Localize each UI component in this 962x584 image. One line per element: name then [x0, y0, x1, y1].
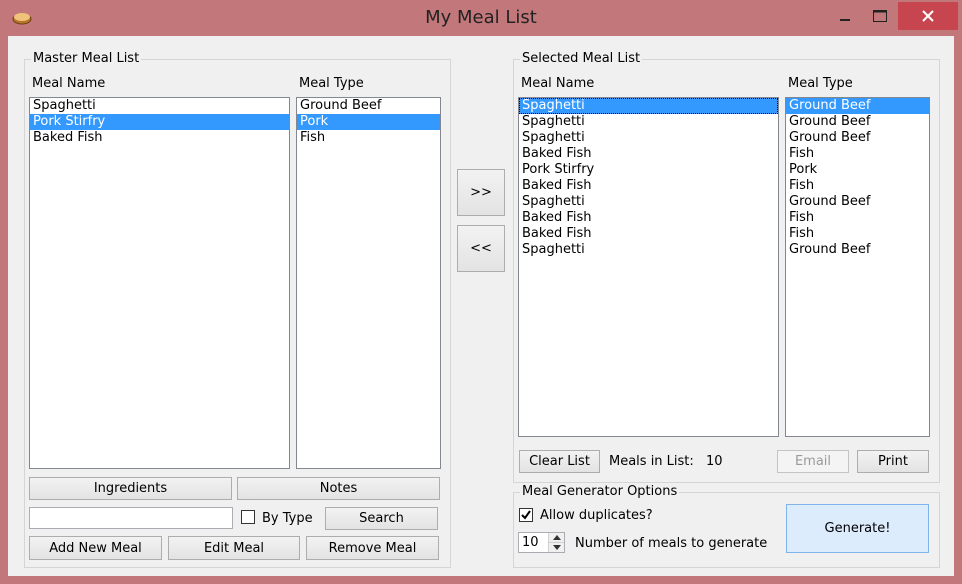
list-item[interactable]: Pork Stirfry: [30, 114, 289, 130]
chevron-down-icon: [552, 544, 561, 550]
list-item[interactable]: Fish: [786, 210, 929, 226]
list-item[interactable]: Spaghetti: [519, 130, 778, 146]
selected-meal-name-list[interactable]: Spaghetti Spaghetti Spaghetti Baked Fish Por…: [518, 97, 779, 437]
window-title: My Meal List: [425, 7, 537, 28]
list-item[interactable]: Spaghetti: [519, 98, 778, 114]
app-window: My Meal List Master Meal List Meal Name …: [0, 0, 962, 584]
list-item[interactable]: Baked Fish: [30, 130, 289, 146]
stepper-down-button[interactable]: [549, 543, 564, 553]
list-item[interactable]: Fish: [786, 146, 929, 162]
master-meal-type-list[interactable]: Ground Beef Pork Fish: [296, 97, 441, 469]
meals-in-list-count: 10: [706, 454, 723, 469]
list-item[interactable]: Fish: [786, 226, 929, 242]
list-item[interactable]: Ground Beef: [786, 114, 929, 130]
meal-count-stepper[interactable]: 10: [518, 532, 565, 553]
master-meal-name-list[interactable]: Spaghetti Pork Stirfry Baked Fish: [29, 97, 290, 469]
master-group-label: Master Meal List: [31, 51, 142, 67]
selected-col-meal-type: Meal Type: [788, 76, 853, 91]
list-item[interactable]: Ground Beef: [786, 98, 929, 114]
generate-button[interactable]: Generate!: [786, 504, 929, 553]
remove-meal-button[interactable]: Remove Meal: [306, 536, 439, 560]
master-col-meal-name: Meal Name: [32, 76, 106, 91]
list-item[interactable]: Ground Beef: [786, 194, 929, 210]
list-item[interactable]: Fish: [786, 178, 929, 194]
client-area: Master Meal List Meal Name Meal Type Spa…: [8, 36, 954, 576]
list-item[interactable]: Pork: [297, 114, 440, 130]
close-icon: [922, 10, 934, 22]
by-type-checkbox[interactable]: [241, 510, 255, 524]
selected-col-meal-name: Meal Name: [521, 76, 595, 91]
meals-in-list-label: Meals in List:: [609, 454, 694, 469]
list-item[interactable]: Baked Fish: [519, 146, 778, 162]
list-item[interactable]: Pork Stirfry: [519, 162, 778, 178]
maximize-icon: [873, 10, 887, 22]
list-item[interactable]: Spaghetti: [30, 98, 289, 114]
by-type-label: By Type: [262, 511, 313, 526]
list-item[interactable]: Pork: [786, 162, 929, 178]
add-new-meal-button[interactable]: Add New Meal: [29, 536, 162, 560]
add-to-selected-button[interactable]: >>: [457, 169, 505, 216]
list-item[interactable]: Ground Beef: [297, 98, 440, 114]
generator-group-label: Meal Generator Options: [520, 484, 680, 500]
master-col-meal-type: Meal Type: [299, 76, 364, 91]
email-button[interactable]: Email: [777, 450, 849, 473]
search-button[interactable]: Search: [325, 507, 438, 530]
maximize-button[interactable]: [860, 2, 900, 30]
meal-count-value: 10: [522, 535, 539, 550]
list-item[interactable]: Baked Fish: [519, 226, 778, 242]
chevron-up-icon: [552, 534, 561, 540]
list-item[interactable]: Spaghetti: [519, 242, 778, 258]
list-item[interactable]: Spaghetti: [519, 194, 778, 210]
list-item[interactable]: Ground Beef: [786, 130, 929, 146]
list-item[interactable]: Fish: [297, 130, 440, 146]
title-bar[interactable]: My Meal List: [0, 0, 962, 36]
selected-meal-type-list[interactable]: Ground Beef Ground Beef Ground Beef Fish Por…: [785, 97, 930, 437]
print-button[interactable]: Print: [857, 450, 929, 473]
remove-from-selected-button[interactable]: <<: [457, 225, 505, 272]
selected-group-label: Selected Meal List: [520, 51, 643, 67]
edit-meal-button[interactable]: Edit Meal: [168, 536, 300, 560]
notes-button[interactable]: Notes: [237, 477, 440, 500]
allow-duplicates-label: Allow duplicates?: [540, 508, 653, 523]
meal-count-label: Number of meals to generate: [575, 536, 768, 551]
stepper-arrows: [548, 533, 564, 552]
list-item[interactable]: Baked Fish: [519, 210, 778, 226]
list-item[interactable]: Spaghetti: [519, 114, 778, 130]
close-button[interactable]: [898, 2, 958, 30]
checkmark-icon: [521, 510, 531, 520]
list-item[interactable]: Baked Fish: [519, 178, 778, 194]
ingredients-button[interactable]: Ingredients: [29, 477, 232, 500]
search-input[interactable]: [29, 507, 233, 529]
clear-list-button[interactable]: Clear List: [519, 450, 600, 473]
stepper-up-button[interactable]: [549, 533, 564, 543]
allow-duplicates-checkbox[interactable]: [519, 508, 533, 522]
list-item[interactable]: Ground Beef: [786, 242, 929, 258]
